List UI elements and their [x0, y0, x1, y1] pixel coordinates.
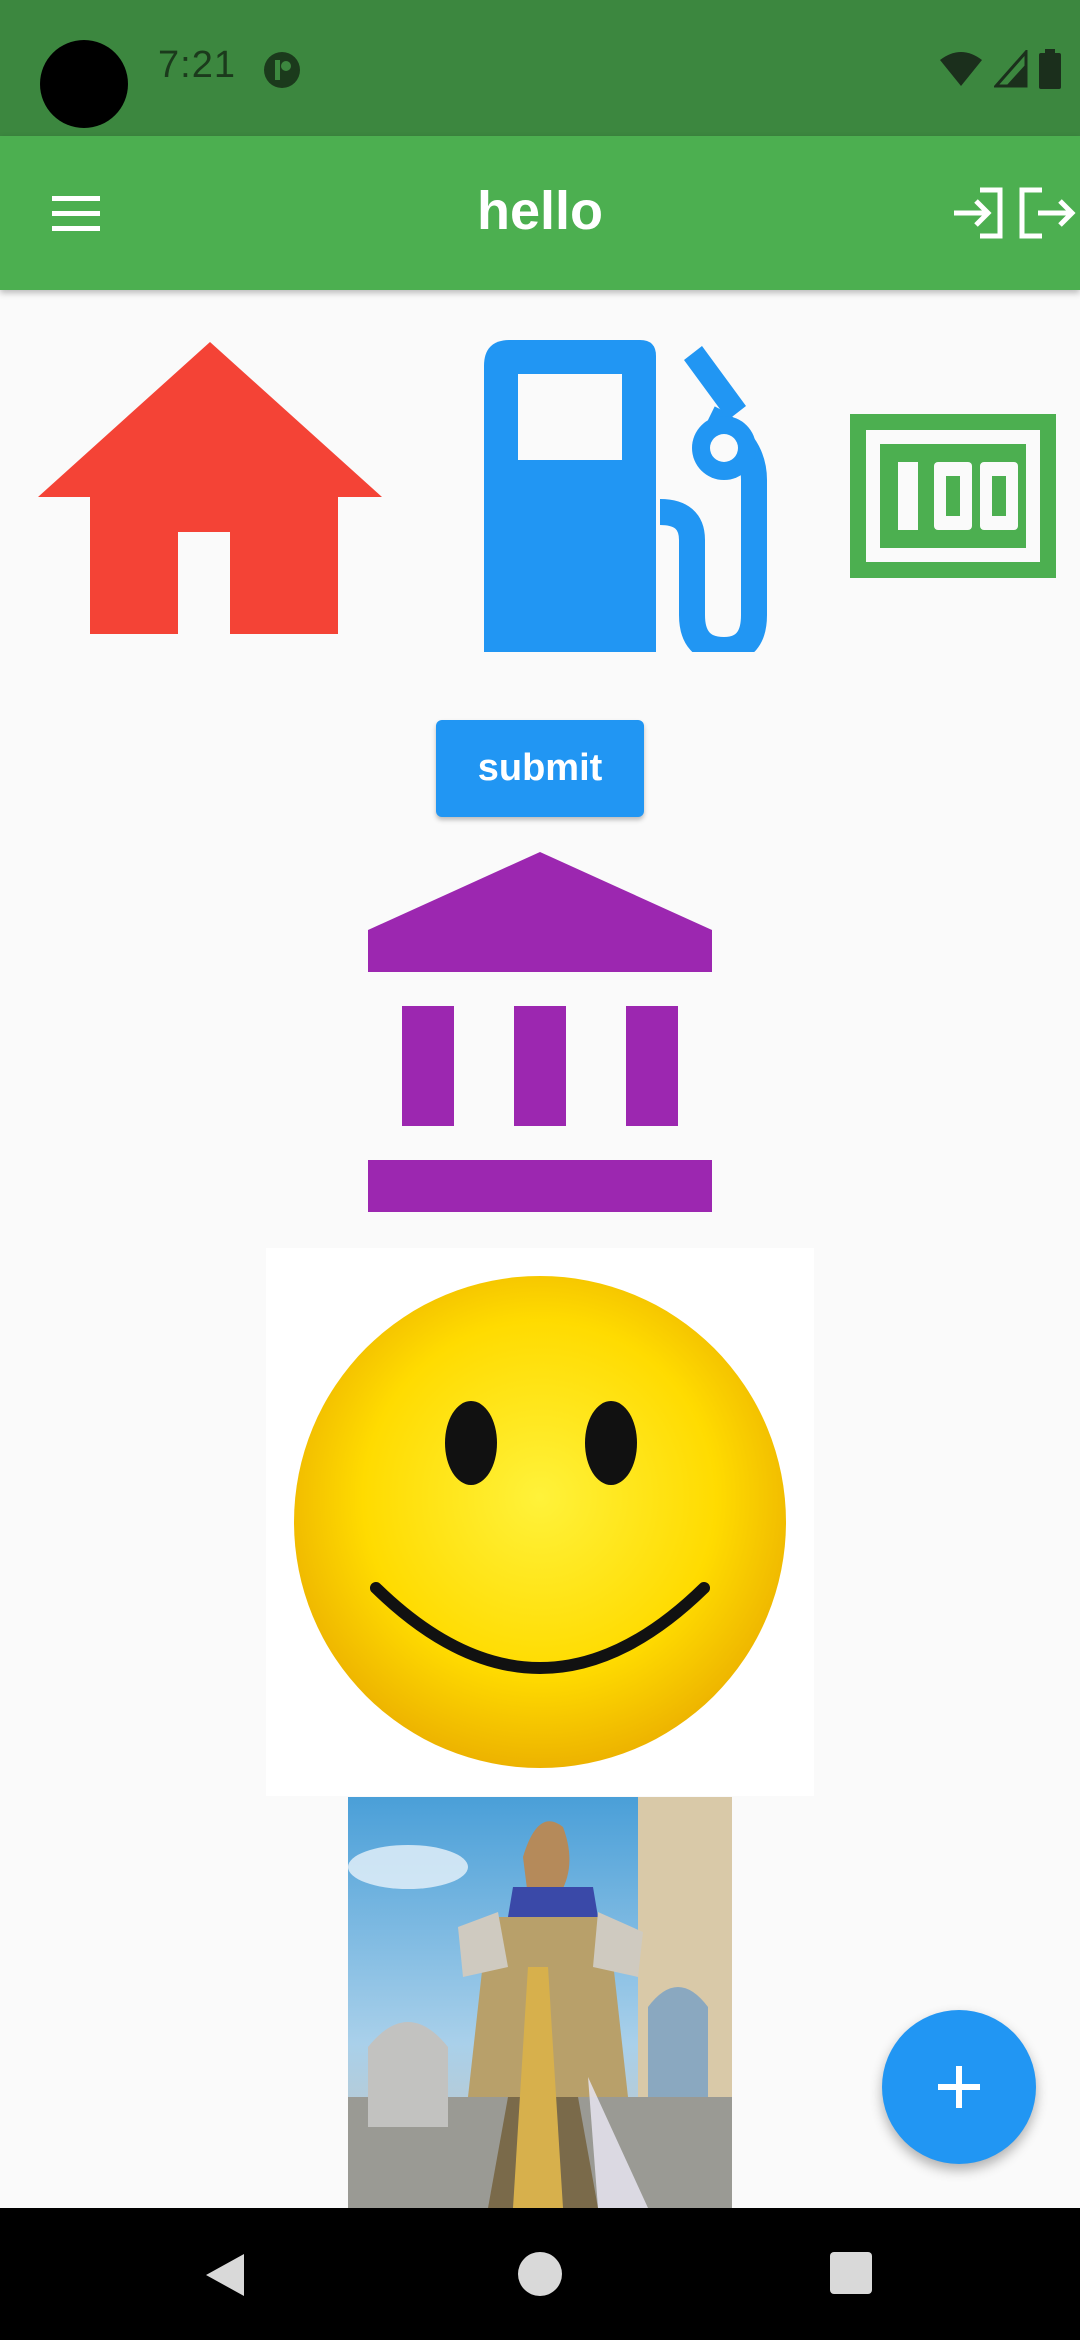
status-bar: 7:21 — [0, 0, 1080, 136]
home-nav-icon[interactable] — [516, 2250, 564, 2298]
add-icon — [938, 2066, 980, 2108]
logout-icon[interactable] — [1016, 184, 1076, 242]
local-gas-station-icon — [484, 340, 767, 652]
status-icons — [938, 48, 1062, 90]
login-icon[interactable] — [950, 184, 1008, 242]
signal-icon — [994, 50, 1028, 88]
home-icon — [38, 342, 382, 634]
back-icon[interactable] — [200, 2250, 250, 2300]
camera-cutout — [40, 40, 128, 128]
add-fab-button[interactable] — [882, 2010, 1036, 2164]
notification-app-icon — [264, 52, 300, 88]
app-bar: hello — [0, 136, 1080, 290]
recents-icon[interactable] — [828, 2250, 874, 2296]
smiley-image — [266, 1248, 814, 1796]
smiley-face-icon — [294, 1276, 786, 1768]
hero-character-image — [348, 1797, 732, 2208]
wifi-icon — [940, 52, 982, 86]
status-time: 7:21 — [158, 44, 236, 86]
battery-icon — [1039, 49, 1061, 89]
hundred-points-icon — [850, 414, 1056, 578]
system-navigation-bar — [0, 2208, 1080, 2340]
submit-button[interactable]: submit — [436, 720, 644, 817]
account-balance-icon — [368, 852, 712, 1212]
app-title: hello — [476, 181, 603, 241]
